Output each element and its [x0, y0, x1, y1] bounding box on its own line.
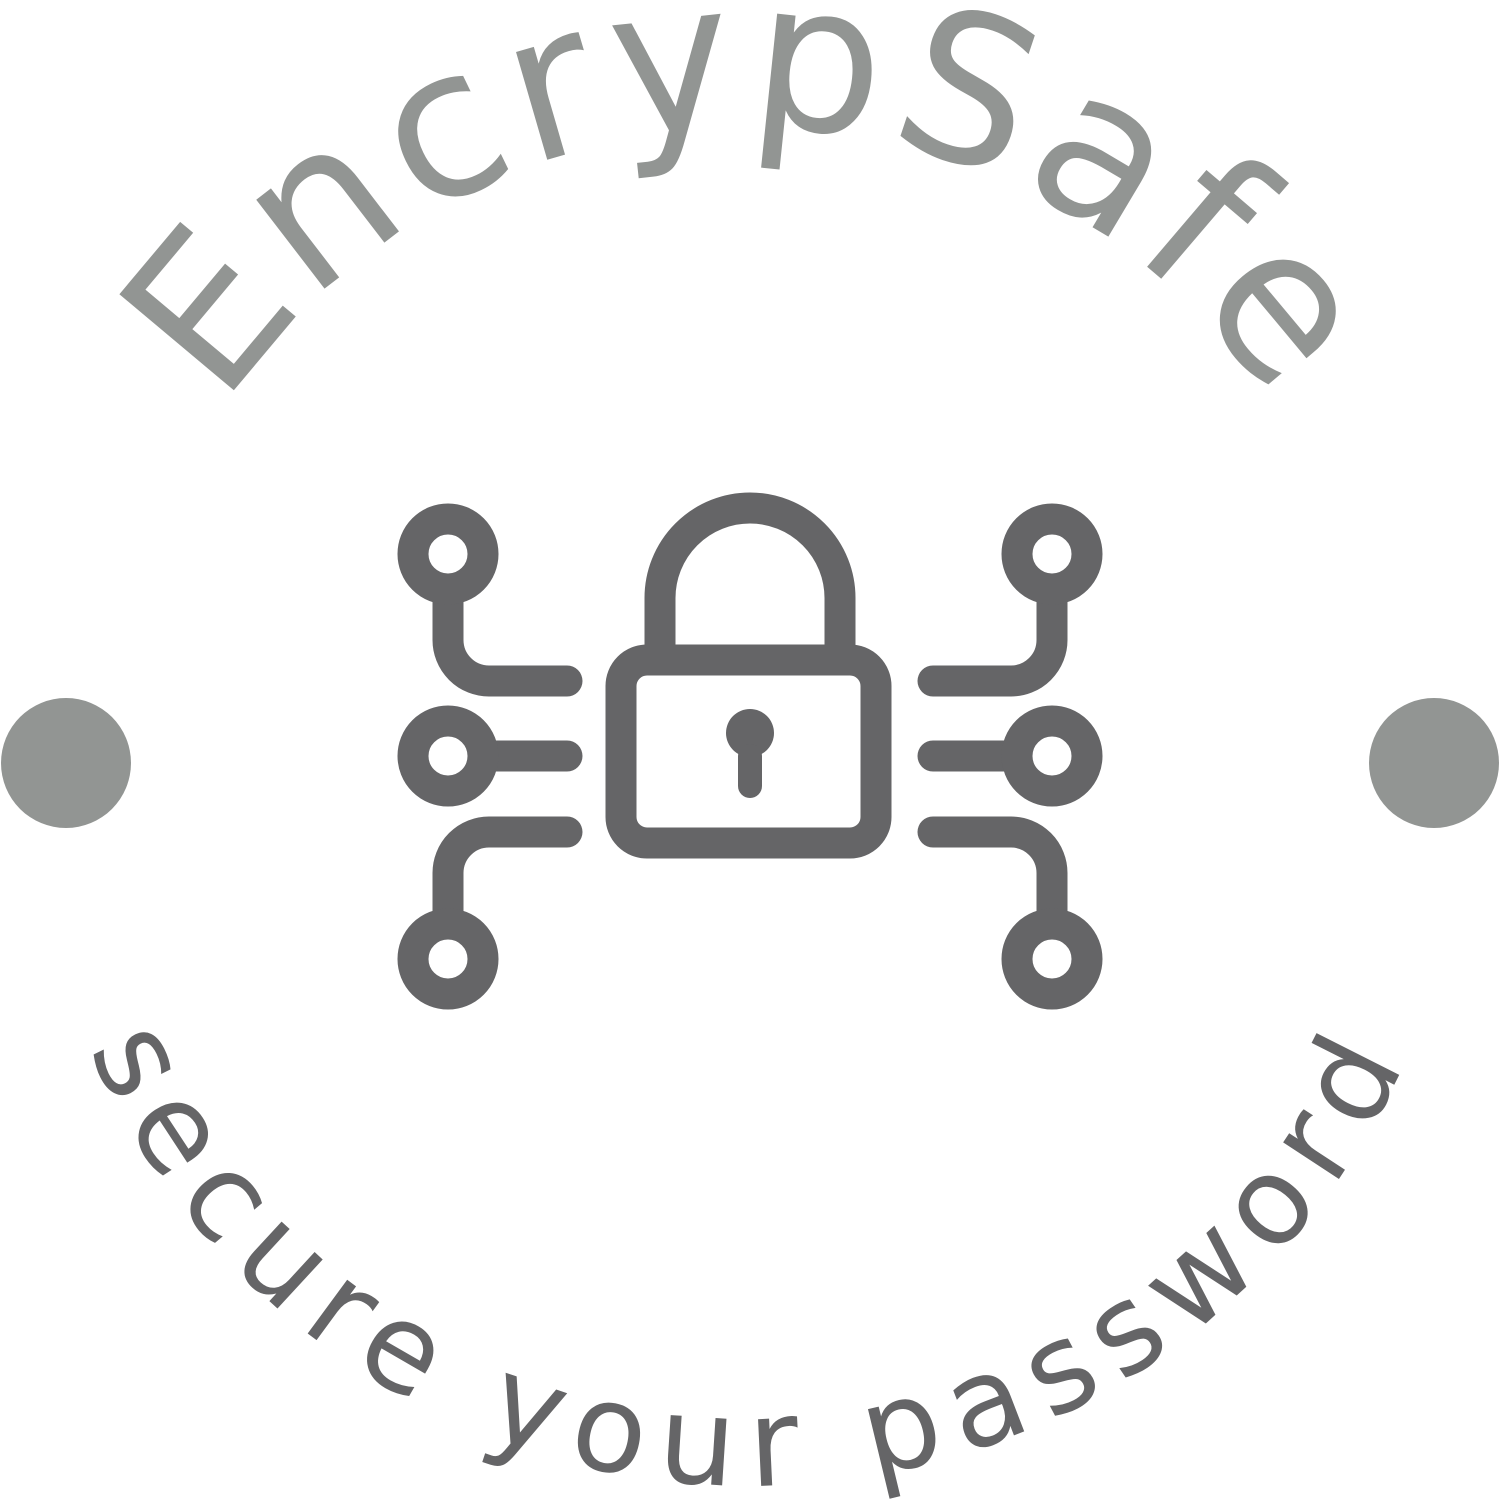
circuit-trace-left-bottom [432, 816, 583, 936]
lock-shackle [644, 492, 856, 676]
circuit-node-left-top [397, 503, 499, 605]
left-dot [1, 698, 131, 828]
circuit-trace-right-top [917, 577, 1068, 697]
circuit-node-left-middle [397, 705, 499, 807]
circuit-trace-right-bottom [917, 816, 1068, 936]
circuit-node-right-middle [1001, 705, 1103, 807]
circuit-node-right-top [1001, 503, 1103, 605]
circuit-node-right-bottom [1001, 908, 1103, 1010]
tagline: secure your password [62, 999, 1437, 1500]
right-dot [1369, 698, 1499, 828]
keyhole-icon [726, 709, 774, 798]
brand-name: EncrypSafe [76, 0, 1424, 437]
circuit-trace-left-top [432, 577, 583, 697]
brand-name-text: EncrypSafe [76, 0, 1416, 437]
tagline-text: secure your password [62, 999, 1420, 1500]
encrypsafe-logo: EncrypSafe secure your password [1, 0, 1499, 1500]
circuit-node-left-bottom [397, 908, 499, 1010]
